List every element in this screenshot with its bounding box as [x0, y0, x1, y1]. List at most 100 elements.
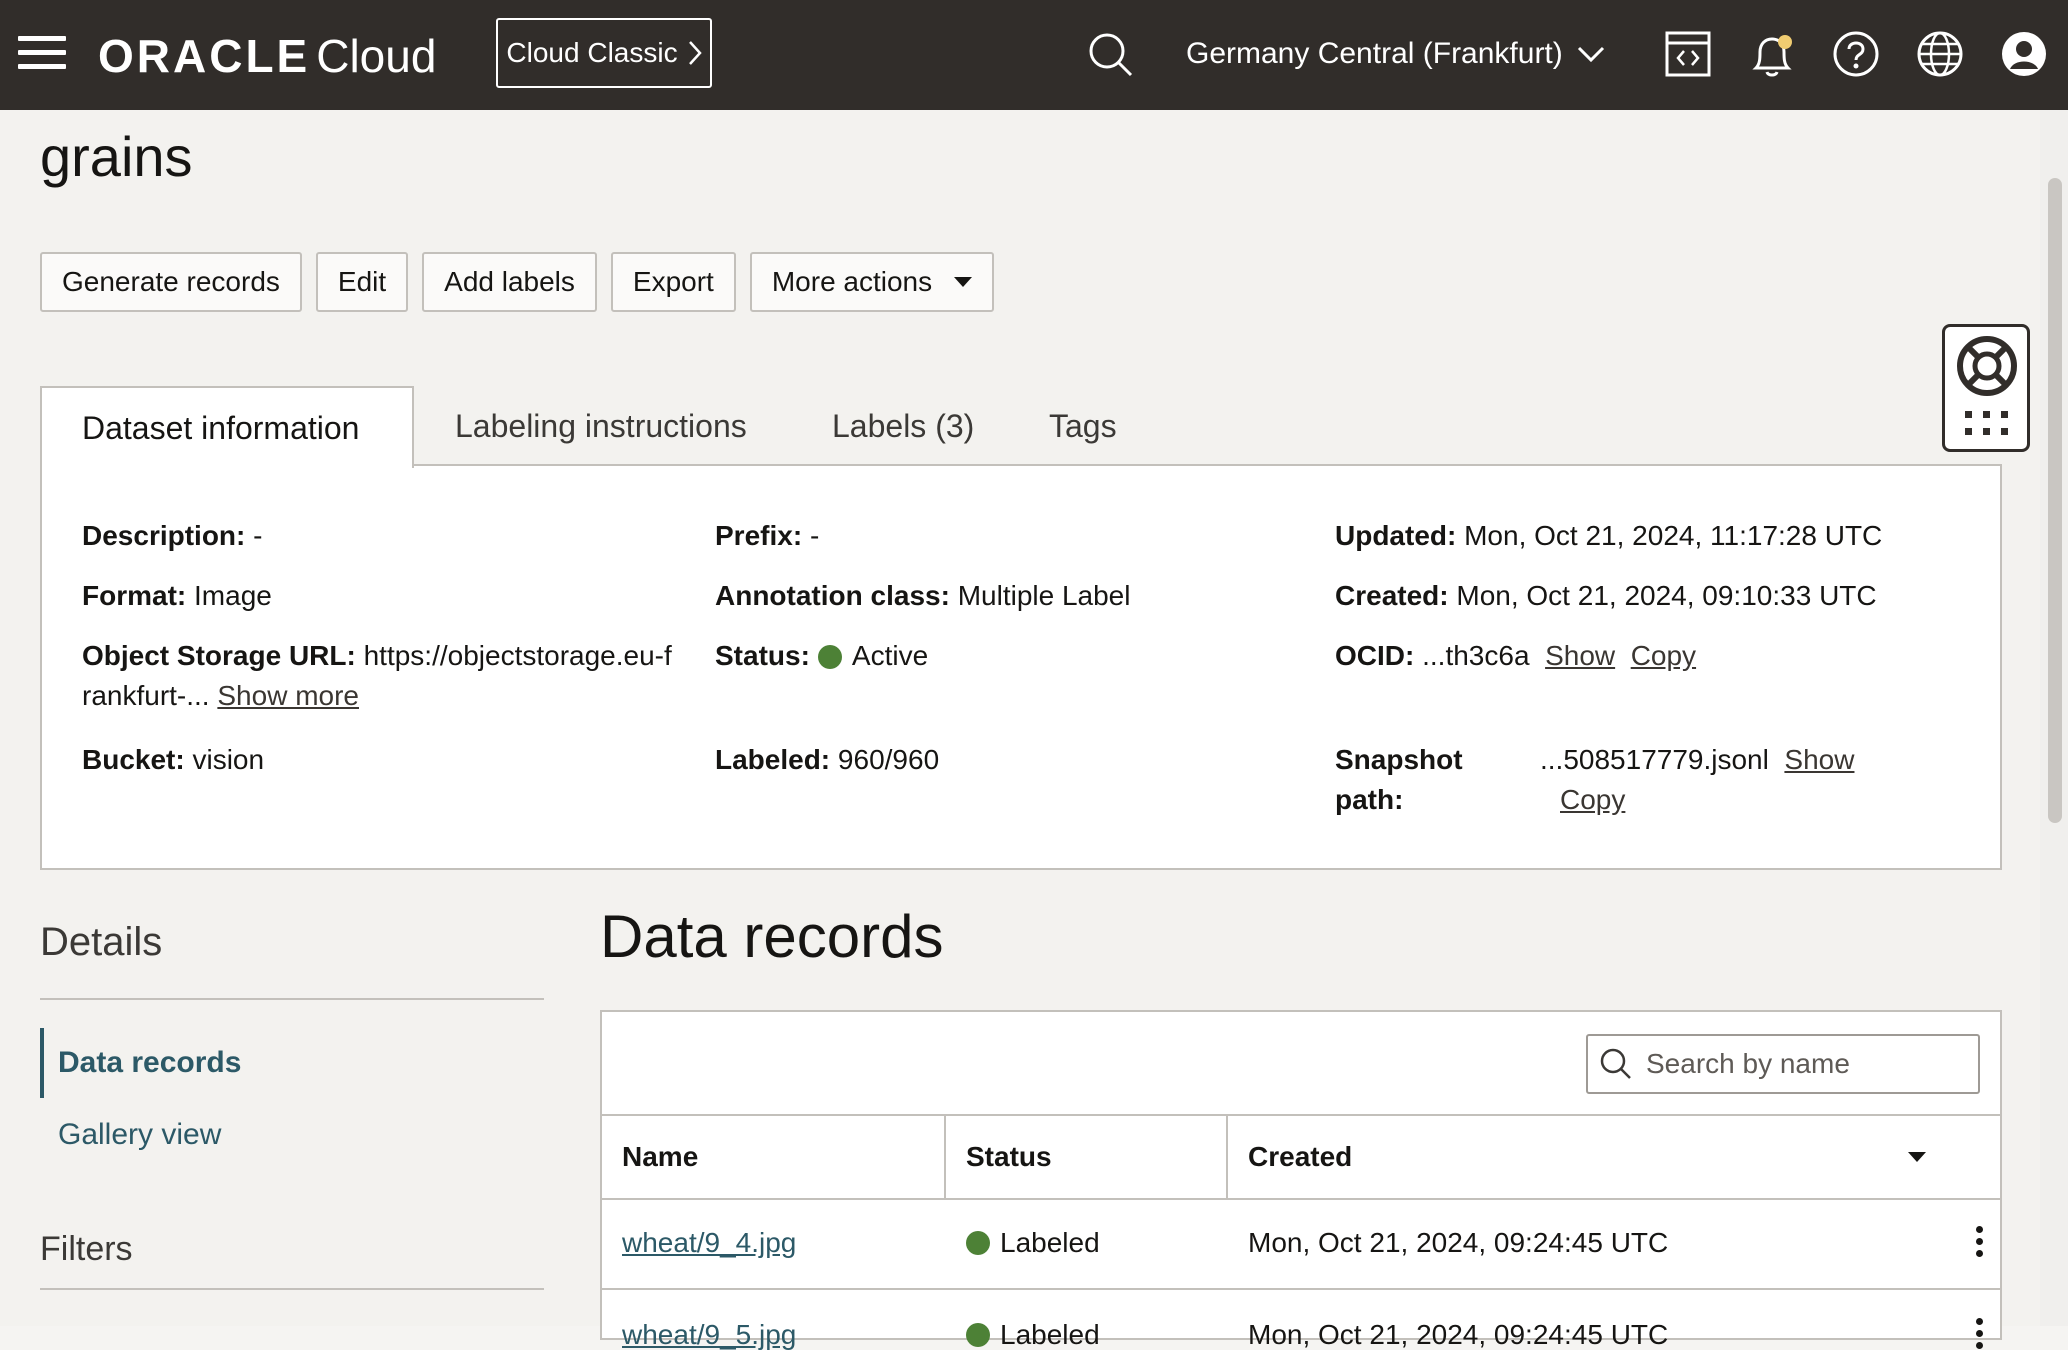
status-labeled-indicator	[966, 1231, 990, 1255]
description-value: -	[253, 520, 263, 551]
region-label: Germany Central (Frankfurt)	[1186, 37, 1563, 70]
top-navigation-bar: ORACLE Cloud Cloud Classic Germany Centra…	[0, 0, 2068, 110]
snapshot-value: ...508517779.jsonl	[1540, 744, 1769, 775]
cloud-classic-button[interactable]: Cloud Classic	[496, 18, 712, 88]
record-name-cell: wheat/9_5.jpg	[602, 1290, 946, 1350]
snapshot-label-line1: Snapshot	[1335, 744, 1463, 775]
cloud-classic-label: Cloud Classic	[506, 37, 678, 68]
ocid-field: OCID: ...th3c6a Show Copy	[1335, 636, 1696, 676]
ocid-label: OCID:	[1335, 640, 1415, 671]
record-status: Labeled	[1000, 1319, 1100, 1350]
status-labeled-indicator	[966, 1323, 990, 1347]
caret-down-icon	[954, 277, 973, 287]
table-row[interactable]: wheat/9_4.jpg Labeled Mon, Oct 21, 2024,…	[602, 1198, 2000, 1290]
labeled-field: Labeled: 960/960	[715, 740, 939, 780]
dataset-tabs: Dataset information Labeling instruction…	[40, 386, 2000, 468]
chevron-right-icon	[688, 41, 702, 65]
tab-labeling-instructions[interactable]: Labeling instructions	[455, 386, 747, 466]
ocid-copy-link[interactable]: Copy	[1631, 640, 1696, 671]
filters-divider	[40, 1288, 544, 1290]
created-label: Created:	[1335, 580, 1449, 611]
labeled-label: Labeled:	[715, 744, 831, 775]
region-selector[interactable]: Germany Central (Frankfurt)	[1186, 30, 1605, 78]
more-actions-button[interactable]: More actions	[749, 252, 995, 312]
ocid-show-link[interactable]: Show	[1545, 640, 1615, 671]
labeled-value: 960/960	[837, 744, 940, 775]
record-name-link[interactable]: wheat/9_4.jpg	[622, 1227, 796, 1259]
sidebar-item-data-records[interactable]: Data records	[40, 1028, 241, 1098]
bucket-field: Bucket: vision	[82, 740, 264, 780]
description-label: Description:	[82, 520, 246, 551]
chevron-down-icon	[1577, 46, 1604, 62]
snapshot-path-value-block: ...508517779.jsonl Show Copy	[1540, 740, 1854, 820]
annotation-class-field: Annotation class: Multiple Label	[715, 576, 1130, 616]
bucket-label: Bucket:	[82, 744, 185, 775]
annotation-class-label: Annotation class:	[715, 580, 950, 611]
search-icon[interactable]	[1088, 32, 1134, 78]
snapshot-label-line2: path:	[1335, 784, 1404, 815]
code-editor-icon[interactable]	[1664, 30, 1712, 78]
help-icon[interactable]	[1832, 30, 1880, 78]
search-by-name-field[interactable]	[1586, 1034, 1980, 1094]
user-profile-icon[interactable]	[2000, 30, 2048, 78]
tab-dataset-information[interactable]: Dataset information	[40, 386, 414, 468]
dataset-information-panel: Description: - Format: Image Object Stor…	[40, 464, 2002, 870]
data-records-title: Data records	[600, 903, 944, 970]
more-actions-label: More actions	[771, 266, 933, 297]
object-storage-label: Object Storage URL:	[82, 640, 356, 671]
snapshot-path-label: Snapshot path:	[1335, 740, 1463, 820]
row-actions-kebab-icon[interactable]	[1976, 1318, 1984, 1350]
table-header: Name Status Created	[602, 1114, 2000, 1200]
details-divider	[40, 998, 544, 1000]
prefix-value: -	[809, 520, 820, 551]
logo-product: Cloud	[316, 30, 437, 82]
filters-title: Filters	[40, 1230, 133, 1268]
search-icon	[1600, 1048, 1631, 1079]
status-field: Status: Active	[715, 636, 928, 676]
search-input[interactable]	[1644, 1047, 1948, 1081]
edit-button[interactable]: Edit	[315, 252, 409, 312]
updated-field: Updated: Mon, Oct 21, 2024, 11:17:28 UTC	[1335, 516, 1882, 556]
table-row[interactable]: wheat/9_5.jpg Labeled Mon, Oct 21, 2024,…	[602, 1290, 2000, 1350]
format-value: Image	[194, 580, 272, 611]
sidebar-item-gallery-view[interactable]: Gallery view	[58, 1118, 221, 1152]
object-storage-url-field: Object Storage URL: https://objectstorag…	[82, 636, 702, 716]
tab-labels[interactable]: Labels (3)	[832, 386, 974, 466]
column-header-status[interactable]: Status	[946, 1116, 1228, 1198]
snapshot-show-link[interactable]: Show	[1784, 744, 1854, 775]
tab-tags[interactable]: Tags	[1049, 386, 1117, 466]
notifications-bell-icon[interactable]	[1748, 30, 1796, 80]
status-label: Status:	[715, 640, 810, 671]
page-title: grains	[40, 125, 193, 188]
add-labels-button[interactable]: Add labels	[422, 252, 597, 312]
created-field: Created: Mon, Oct 21, 2024, 09:10:33 UTC	[1335, 576, 1877, 616]
action-toolbar: Generate records Edit Add labels Export …	[40, 252, 995, 312]
sort-caret-down-icon[interactable]	[1908, 1152, 1926, 1162]
record-status: Labeled	[1000, 1227, 1100, 1258]
column-header-created-label: Created	[1248, 1141, 1353, 1172]
bucket-value: vision	[192, 744, 265, 775]
export-button[interactable]: Export	[610, 252, 736, 312]
created-value: Mon, Oct 21, 2024, 09:10:33 UTC	[1456, 580, 1877, 611]
hamburger-menu-icon[interactable]	[18, 36, 66, 72]
generate-records-button[interactable]: Generate records	[40, 252, 302, 312]
snapshot-copy-link[interactable]: Copy	[1560, 784, 1625, 815]
details-title: Details	[40, 920, 163, 964]
oracle-cloud-logo[interactable]: ORACLE Cloud	[98, 30, 436, 82]
globe-language-icon[interactable]	[1916, 30, 1964, 78]
description-field: Description: -	[82, 516, 262, 556]
data-records-table-panel: Name Status Created wheat/9_4.jpg Labele…	[600, 1010, 2002, 1350]
column-header-name[interactable]: Name	[602, 1116, 946, 1198]
column-header-created[interactable]: Created	[1228, 1116, 2000, 1198]
ocid-value: ...th3c6a	[1422, 640, 1530, 671]
row-actions-kebab-icon[interactable]	[1976, 1226, 1984, 1262]
object-storage-value-line2: rankfurt-...	[82, 680, 210, 711]
show-more-link[interactable]: Show more	[217, 680, 359, 711]
record-name-link[interactable]: wheat/9_5.jpg	[622, 1319, 796, 1350]
object-storage-value-line1: https://objectstorage.eu-f	[363, 640, 672, 671]
format-field: Format: Image	[82, 576, 272, 616]
prefix-label: Prefix:	[715, 520, 803, 551]
annotation-class-value: Multiple Label	[957, 580, 1131, 611]
scrollbar-thumb[interactable]	[2048, 178, 2062, 823]
record-created: Mon, Oct 21, 2024, 09:24:45 UTC	[1248, 1227, 1669, 1258]
